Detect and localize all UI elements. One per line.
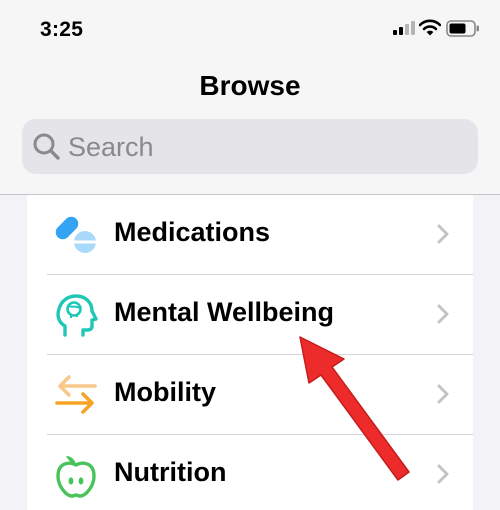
head-brain-icon: [56, 294, 98, 337]
category-row-mobility[interactable]: Mobility: [27, 355, 473, 435]
category-row-mental-wellbeing[interactable]: Mental Wellbeing: [27, 275, 473, 355]
chevron-right-icon: [437, 384, 449, 404]
category-label: Mobility: [114, 377, 216, 407]
chevron-right-icon: [437, 224, 449, 244]
category-row-medications[interactable]: Medications: [27, 195, 473, 275]
search-input[interactable]: [68, 127, 468, 167]
chevron-right-icon: [437, 304, 449, 324]
status-bar: 3:25: [0, 0, 500, 60]
category-label: Medications: [114, 217, 271, 247]
category-list: Medications Mental Wellbeing Mobility Nu…: [27, 195, 473, 510]
top-bar: 3:25 Browse: [0, 0, 500, 195]
category-label: Nutrition: [114, 457, 227, 487]
status-time: 3:25: [40, 18, 84, 41]
cellular-signal-icon: [393, 21, 415, 35]
arrows-exchange-icon: [55, 375, 97, 414]
wifi-icon: [419, 19, 441, 36]
pills-icon: [55, 216, 96, 253]
battery-icon: [446, 20, 479, 37]
category-label: Mental Wellbeing: [114, 297, 335, 327]
search-icon: [33, 133, 60, 160]
page-title: Browse: [199, 70, 301, 101]
chevron-right-icon: [437, 464, 449, 484]
apple-icon: [56, 456, 96, 498]
category-row-nutrition[interactable]: Nutrition: [27, 435, 473, 510]
search-bar[interactable]: [22, 119, 478, 174]
